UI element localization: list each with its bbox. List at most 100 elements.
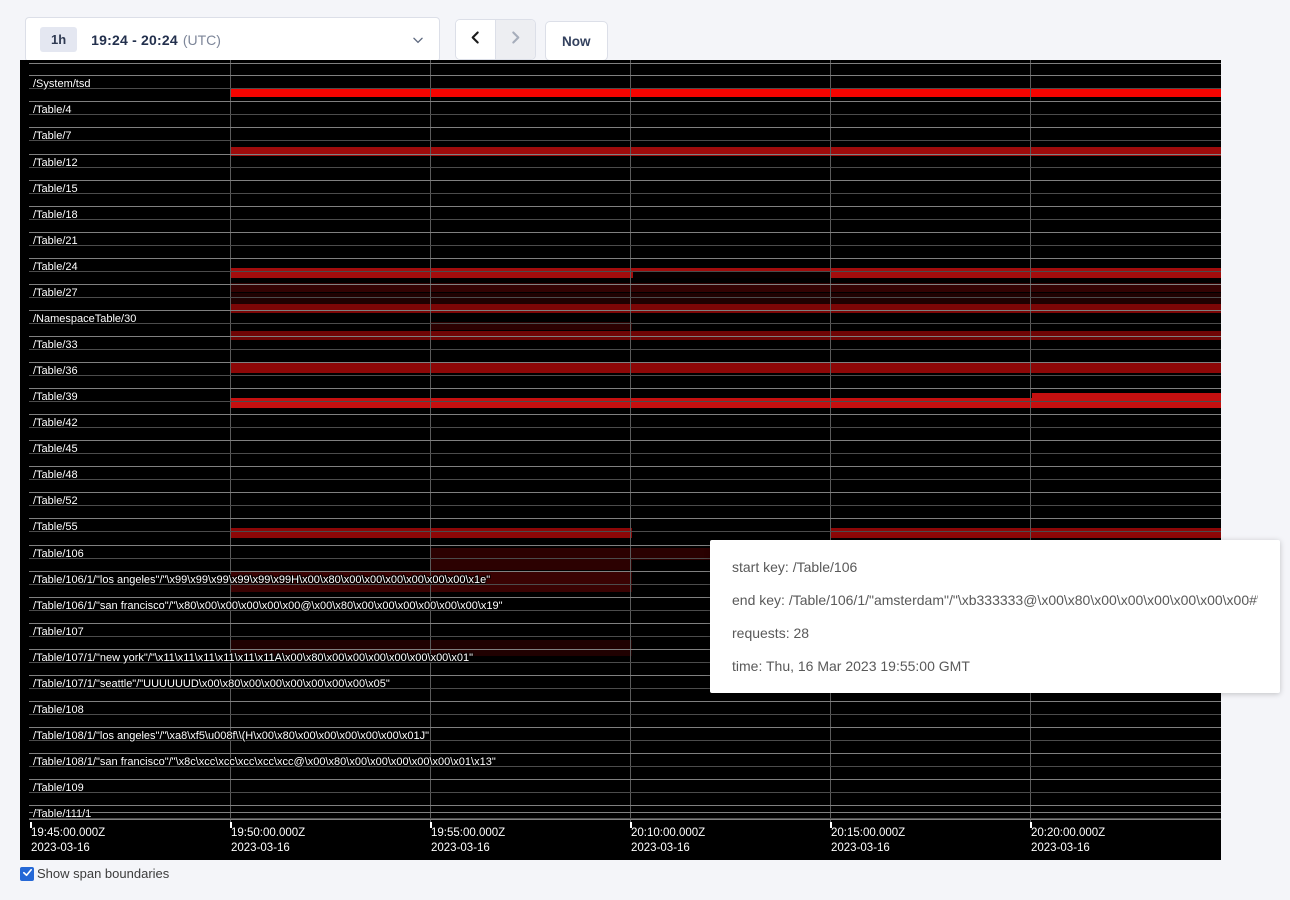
span-boundary-line xyxy=(29,232,1221,233)
span-boundary-line xyxy=(29,505,1221,506)
footer-controls: Show span boundaries xyxy=(20,866,169,881)
span-boundary-line xyxy=(29,375,1221,376)
span-boundary-line xyxy=(29,336,1221,337)
span-boundary-line xyxy=(29,818,1221,819)
axis-tick-label: 19:55:00.000Z2023-03-16 xyxy=(431,826,505,856)
chevron-right-icon xyxy=(508,30,523,50)
key-visualizer-heatmap[interactable]: /System/tsd/Table/4/Table/7/Table/12/Tab… xyxy=(20,60,1221,822)
span-boundary-line xyxy=(29,127,1221,128)
row-label: /Table/12 xyxy=(33,157,78,169)
span-boundary-line xyxy=(29,219,1221,220)
timezone-text: (UTC) xyxy=(183,32,221,48)
row-label: /Table/106/1/"san francisco"/"\x80\x00\x… xyxy=(33,600,503,612)
next-time-button[interactable] xyxy=(496,20,535,59)
axis-tick-label: 19:50:00.000Z2023-03-16 xyxy=(231,826,305,856)
time-nav-group xyxy=(455,19,536,60)
row-label: /Table/106 xyxy=(33,548,84,560)
time-axis: 19:45:00.000Z2023-03-16 19:50:00.000Z2023… xyxy=(20,822,1221,860)
span-boundary-line xyxy=(29,427,1221,428)
prev-time-button[interactable] xyxy=(456,20,496,59)
span-boundary-line xyxy=(29,792,1221,793)
span-boundary-line xyxy=(29,297,1221,298)
row-label: /Table/52 xyxy=(33,495,78,507)
row-label: /Table/45 xyxy=(33,443,78,455)
span-boundary-line xyxy=(29,258,1221,259)
span-boundary-line xyxy=(29,492,1221,493)
span-boundary-line xyxy=(29,310,1221,311)
row-label: /Table/21 xyxy=(33,235,78,247)
span-boundary-line xyxy=(29,812,1221,813)
span-boundary-line xyxy=(29,193,1221,194)
row-label: /Table/108/1/"los angeles"/"\xa8\xf5\u00… xyxy=(33,730,429,742)
span-boundary-line xyxy=(29,453,1221,454)
time-range-selector[interactable]: 1h 19:24 - 20:24 (UTC) xyxy=(25,17,440,62)
span-boundary-line xyxy=(29,440,1221,441)
row-label: /Table/55 xyxy=(33,521,78,533)
show-span-boundaries-label[interactable]: Show span boundaries xyxy=(37,866,169,881)
axis-tick-label: 20:20:00.000Z2023-03-16 xyxy=(1031,826,1105,856)
row-label: /Table/107/1/"new york"/"\x11\x11\x11\x1… xyxy=(33,652,473,664)
heat-band[interactable] xyxy=(230,304,1221,313)
row-label: /Table/108/1/"san francisco"/"\x8c\xcc\x… xyxy=(33,756,496,768)
row-label: /Table/24 xyxy=(33,261,78,273)
span-boundary-line xyxy=(29,284,1221,285)
span-boundary-line xyxy=(29,414,1221,415)
axis-tick-label: 20:10:00.000Z2023-03-16 xyxy=(631,826,705,856)
heat-band[interactable] xyxy=(230,398,1221,408)
span-boundary-line xyxy=(29,206,1221,207)
heat-band[interactable] xyxy=(230,528,632,538)
span-boundary-line xyxy=(29,88,1221,89)
span-boundary-line xyxy=(29,466,1221,467)
show-span-boundaries-checkbox[interactable] xyxy=(20,867,34,881)
row-label: /Table/4 xyxy=(33,104,72,116)
row-label: /Table/48 xyxy=(33,469,78,481)
row-label: /Table/109 xyxy=(33,782,84,794)
chevron-down-icon xyxy=(411,33,425,47)
span-boundary-line xyxy=(29,271,1221,272)
key-visualizer[interactable]: /System/tsd/Table/4/Table/7/Table/12/Tab… xyxy=(20,60,1221,860)
span-boundary-line xyxy=(29,531,1221,532)
row-label: /Table/106/1/"los angeles"/"\x99\x99\x99… xyxy=(33,574,490,586)
row-label: /Table/18 xyxy=(33,209,78,221)
span-boundary-line xyxy=(29,518,1221,519)
span-boundary-line xyxy=(29,75,1221,76)
span-boundary-line xyxy=(29,114,1221,115)
row-label: /Table/7 xyxy=(33,130,72,142)
axis-tick-label: 20:15:00.000Z2023-03-16 xyxy=(831,826,905,856)
heat-band[interactable] xyxy=(633,271,830,278)
heat-band[interactable] xyxy=(230,363,1221,373)
row-label: /Table/27 xyxy=(33,287,78,299)
hover-tooltip: start key: /Table/106 end key: /Table/10… xyxy=(710,540,1280,693)
span-boundary-line xyxy=(29,479,1221,480)
now-button[interactable]: Now xyxy=(545,21,608,61)
heat-band[interactable] xyxy=(230,293,1221,304)
row-label: /Table/42 xyxy=(33,417,78,429)
axis-tick-label: 19:45:00.000Z2023-03-16 xyxy=(31,826,105,856)
row-label: /Table/39 xyxy=(33,391,78,403)
tooltip-end-key: end key: /Table/106/1/"amsterdam"/"\xb33… xyxy=(732,592,1258,608)
heat-band[interactable] xyxy=(830,528,1221,538)
chevron-left-icon xyxy=(468,30,483,50)
span-boundary-line xyxy=(29,805,1221,806)
row-label: /System/tsd xyxy=(33,78,90,90)
row-label: /Table/111/1 xyxy=(33,808,91,820)
span-boundary-line xyxy=(29,753,1221,754)
span-boundary-line xyxy=(29,323,1221,324)
tooltip-time: time: Thu, 16 Mar 2023 19:55:00 GMT xyxy=(732,658,1258,674)
span-boundary-line xyxy=(29,154,1221,155)
heat-band[interactable] xyxy=(430,548,632,570)
span-boundary-line xyxy=(29,180,1221,181)
heat-band[interactable] xyxy=(230,147,1221,156)
tooltip-requests: requests: 28 xyxy=(732,625,1258,641)
span-boundary-line xyxy=(29,245,1221,246)
heat-band[interactable] xyxy=(230,88,1221,97)
row-label: /Table/108 xyxy=(33,704,84,716)
toolbar: 1h 19:24 - 20:24 (UTC) Now xyxy=(0,0,1290,60)
row-label: /Table/36 xyxy=(33,365,78,377)
row-label: /Table/15 xyxy=(33,183,78,195)
span-boundary-line xyxy=(29,388,1221,389)
row-label: /Table/107 xyxy=(33,626,84,638)
span-boundary-line xyxy=(29,401,1221,402)
span-boundary-line xyxy=(29,63,1221,64)
span-boundary-line xyxy=(29,349,1221,350)
